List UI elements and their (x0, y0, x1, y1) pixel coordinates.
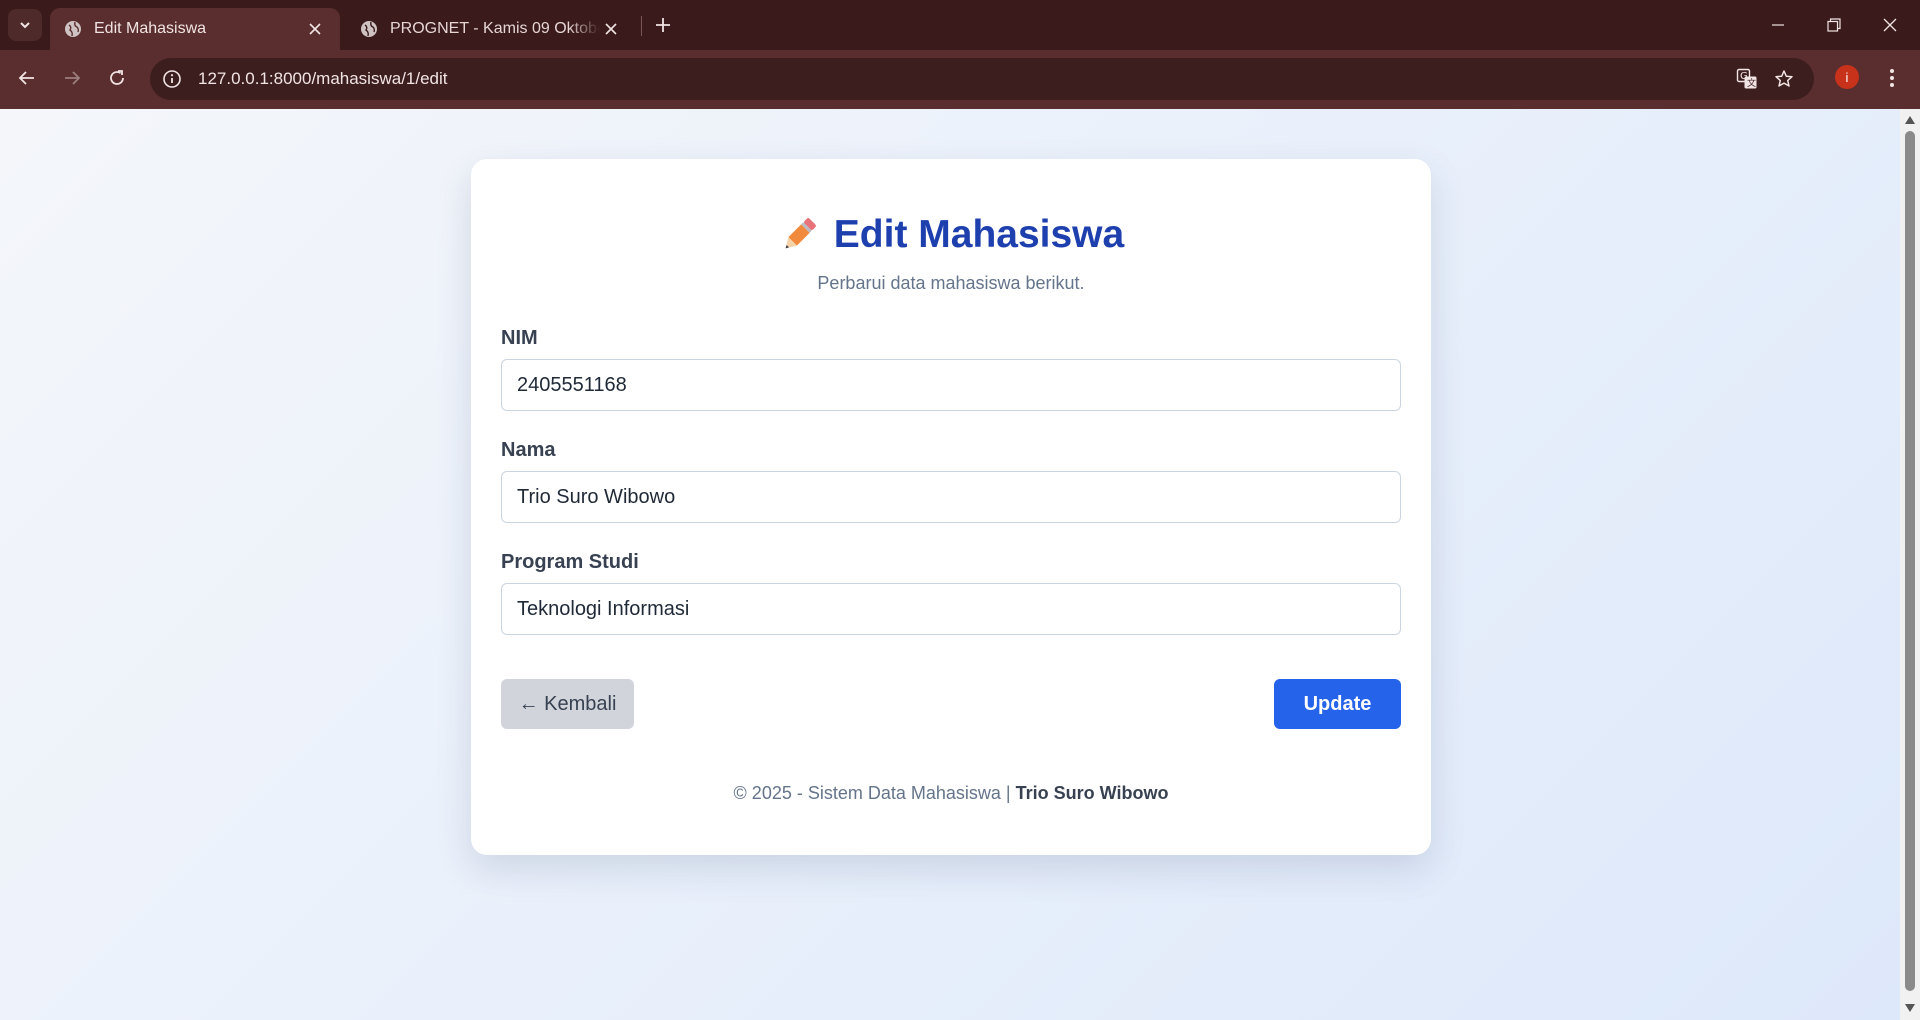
arrow-left-icon (18, 71, 34, 85)
restore-button[interactable] (1806, 0, 1862, 50)
forward-nav-button[interactable] (54, 60, 90, 96)
translate-button[interactable]: G文 (1729, 58, 1765, 100)
tab-title: Edit Mahasiswa (94, 20, 207, 37)
svg-text:文: 文 (1747, 77, 1756, 89)
browser-toolbar: 127.0.0.1:8000/mahasiswa/1/edit G文 i (0, 50, 1920, 109)
star-icon (1775, 70, 1793, 87)
triangle-up-icon (1905, 116, 1915, 124)
pencil-icon (785, 218, 816, 249)
nama-label: Nama (501, 439, 556, 461)
reload-icon (110, 70, 124, 85)
chevron-down-icon (20, 22, 30, 29)
triangle-down-icon (1905, 1004, 1915, 1012)
globe-icon (65, 21, 81, 37)
edit-form-card: Edit Mahasiswa Perbarui data mahasiswa b… (471, 159, 1431, 855)
more-vertical-icon (1890, 69, 1894, 87)
title-row: Edit Mahasiswa (778, 213, 1124, 257)
tab-title: PROGNET - Kamis 09 Oktober 2025 (390, 20, 600, 37)
tab-edit-mahasiswa[interactable]: Edit Mahasiswa (50, 8, 340, 50)
program-studi-input[interactable] (501, 583, 1401, 635)
bookmark-button[interactable] (1766, 58, 1802, 100)
minimize-icon (1772, 24, 1784, 26)
site-info-button[interactable] (152, 59, 192, 99)
page-scrollbar[interactable] (1900, 109, 1920, 1020)
globe-icon (361, 21, 377, 37)
minimize-button[interactable] (1750, 0, 1806, 50)
update-button[interactable]: Update (1274, 679, 1401, 729)
info-icon (163, 70, 181, 88)
tab-divider (641, 16, 642, 36)
tab-search-button[interactable] (8, 9, 42, 41)
scroll-down-arrow[interactable] (1904, 1002, 1916, 1014)
scrollbar-thumb[interactable] (1905, 131, 1915, 991)
browser-menu-button[interactable] (1876, 60, 1908, 96)
footer-author: Trio Suro Wibowo (1015, 783, 1169, 803)
profile-avatar[interactable]: i (1835, 65, 1859, 89)
new-tab-button[interactable] (650, 12, 676, 38)
close-window-button[interactable] (1862, 0, 1918, 50)
nim-input[interactable] (501, 359, 1401, 411)
arrow-right-icon (65, 71, 81, 85)
nim-label: NIM (501, 327, 538, 349)
close-icon (1883, 18, 1897, 32)
back-nav-button[interactable] (9, 60, 45, 96)
card-header: Edit Mahasiswa Perbarui data mahasiswa b… (471, 213, 1431, 294)
back-button[interactable]: ← Kembali (501, 679, 634, 729)
tab-prognet[interactable]: PROGNET - Kamis 09 Oktober 2025 (346, 8, 636, 50)
reload-button[interactable] (99, 60, 135, 96)
card-footer: © 2025 - Sistem Data Mahasiswa | Trio Su… (471, 783, 1431, 804)
page-viewport: Edit Mahasiswa Perbarui data mahasiswa b… (0, 109, 1900, 1020)
translate-icon: G文 (1736, 68, 1757, 89)
page-title: Edit Mahasiswa (833, 213, 1125, 256)
close-tab-icon[interactable] (304, 18, 326, 40)
nama-input[interactable] (501, 471, 1401, 523)
program-studi-label: Program Studi (501, 551, 639, 573)
url-text: 127.0.0.1:8000/mahasiswa/1/edit (198, 69, 448, 88)
address-bar[interactable]: 127.0.0.1:8000/mahasiswa/1/edit G文 (150, 58, 1814, 100)
tab-strip: Edit Mahasiswa PROGNET - Kamis 09 Oktobe… (0, 0, 1920, 50)
restore-icon (1827, 18, 1841, 32)
footer-text: © 2025 - Sistem Data Mahasiswa | (733, 783, 1011, 803)
plus-icon (656, 18, 670, 32)
scroll-up-arrow[interactable] (1904, 114, 1916, 126)
page-subtitle: Perbarui data mahasiswa berikut. (817, 273, 1085, 293)
close-tab-icon[interactable] (600, 18, 622, 40)
